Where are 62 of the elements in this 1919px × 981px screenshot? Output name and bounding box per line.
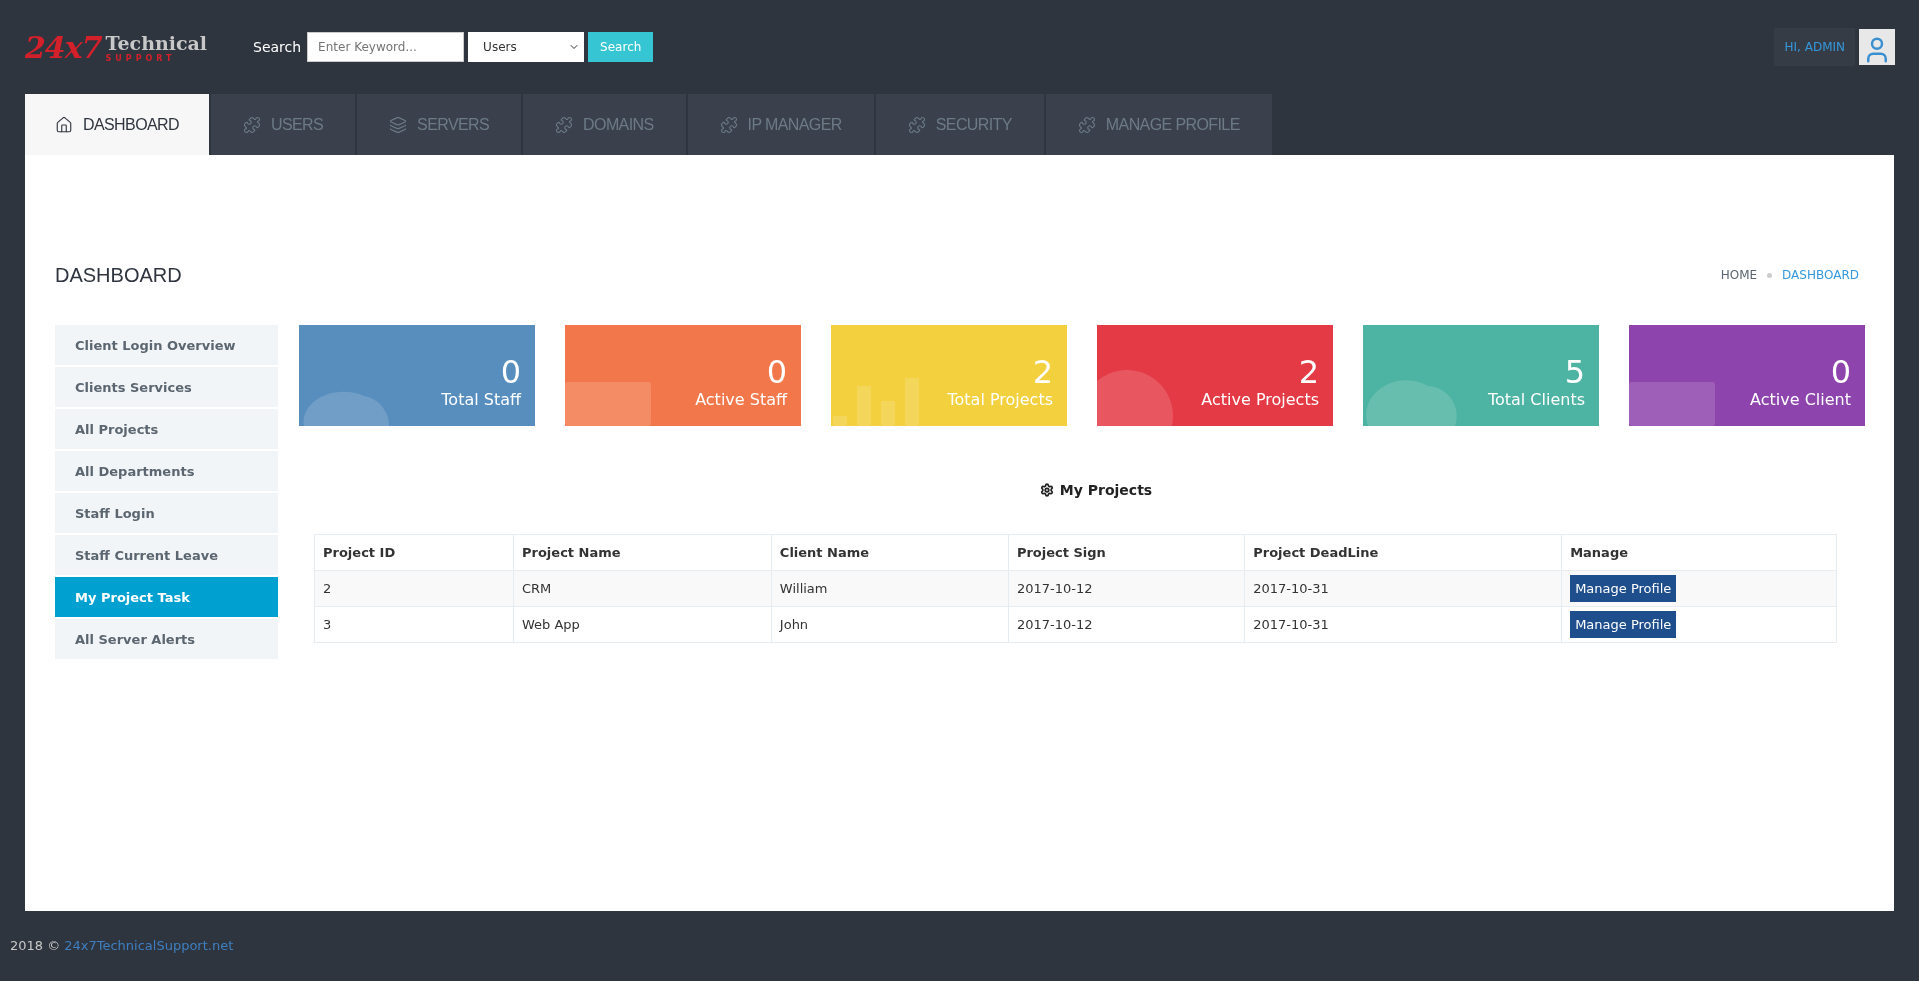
category-select[interactable]: Users xyxy=(468,32,585,62)
sidebar-item[interactable]: Clients Services xyxy=(55,367,278,407)
user-greeting[interactable]: HI, ADMIN xyxy=(1774,28,1855,66)
logo-number: 24x7 xyxy=(25,29,102,65)
stat-value: 0 xyxy=(500,354,521,390)
puzzle-icon xyxy=(1077,115,1096,134)
table-cell: John xyxy=(771,606,1009,643)
sidebar-item[interactable]: Client Login Overview xyxy=(55,325,278,365)
stat-value: 2 xyxy=(1298,354,1319,390)
manage-profile-button[interactable]: Manage Profile xyxy=(1570,611,1677,638)
table-cell: 2017-10-31 xyxy=(1244,606,1562,643)
column-header: Project ID xyxy=(314,534,514,571)
sidebar-item[interactable]: My Project Task xyxy=(55,577,278,617)
table-cell: 2 xyxy=(314,570,514,607)
nav-tab[interactable]: DASHBOARD xyxy=(25,94,209,155)
table-cell: CRM xyxy=(513,570,772,607)
home-icon xyxy=(55,115,73,134)
breadcrumb-link[interactable]: DASHBOARD xyxy=(1782,268,1859,282)
puzzle-icon xyxy=(242,115,261,134)
footer-link[interactable]: 24x7TechnicalSupport.net xyxy=(64,938,234,953)
page-title: DASHBOARD xyxy=(55,263,182,287)
logo-tagline: SUPPORT xyxy=(105,53,177,63)
breadcrumb-dot xyxy=(1767,272,1773,278)
sidebar-item[interactable]: All Server Alerts xyxy=(55,619,278,659)
avatar[interactable] xyxy=(1859,29,1895,65)
stat-label: Total Clients xyxy=(1487,390,1585,409)
copyright-text: 2018 © xyxy=(10,938,61,953)
layers-icon xyxy=(389,115,408,134)
table-cell: Web App xyxy=(513,606,772,643)
column-header: Manage xyxy=(1561,534,1837,571)
sidebar-item[interactable]: Staff Login xyxy=(55,493,278,533)
search-field[interactable]: Enter Keyword... xyxy=(307,32,465,62)
stat-value: 5 xyxy=(1564,354,1585,390)
stat-value: 0 xyxy=(766,354,787,390)
stat-label: Active Client xyxy=(1750,390,1851,409)
stat-label: Total Staff xyxy=(441,390,521,409)
stat-label: Active Projects xyxy=(1201,390,1319,409)
column-header: Project DeadLine xyxy=(1244,534,1562,571)
sidebar-item[interactable]: All Departments xyxy=(55,451,278,491)
table-cell: 3 xyxy=(314,606,514,643)
stat-label: Total Projects xyxy=(947,390,1053,409)
breadcrumb-link[interactable]: HOME xyxy=(1720,268,1758,282)
sidebar-item[interactable]: Staff Current Leave xyxy=(55,535,278,575)
search-label: Search xyxy=(253,39,302,55)
gears-icon xyxy=(1039,483,1054,497)
table-cell: 2017-10-12 xyxy=(1008,570,1245,607)
logo-name: Technical xyxy=(105,31,208,54)
column-header: Project Sign xyxy=(1008,534,1245,571)
puzzle-icon xyxy=(907,115,926,134)
stat-value: 0 xyxy=(1830,354,1851,390)
puzzle-icon xyxy=(719,115,738,134)
stat-label: Active Staff xyxy=(695,390,787,409)
column-header: Client Name xyxy=(771,534,1009,571)
table-cell: 2017-10-31 xyxy=(1244,570,1562,607)
stat-value: 2 xyxy=(1032,354,1053,390)
puzzle-icon xyxy=(555,115,574,134)
table-cell: 2017-10-12 xyxy=(1008,606,1245,643)
sidebar-item[interactable]: All Projects xyxy=(55,409,278,449)
manage-profile-button[interactable]: Manage Profile xyxy=(1570,575,1677,602)
section-title: My Projects xyxy=(1059,482,1153,498)
table-cell: William xyxy=(771,570,1009,607)
column-header: Project Name xyxy=(513,534,772,571)
